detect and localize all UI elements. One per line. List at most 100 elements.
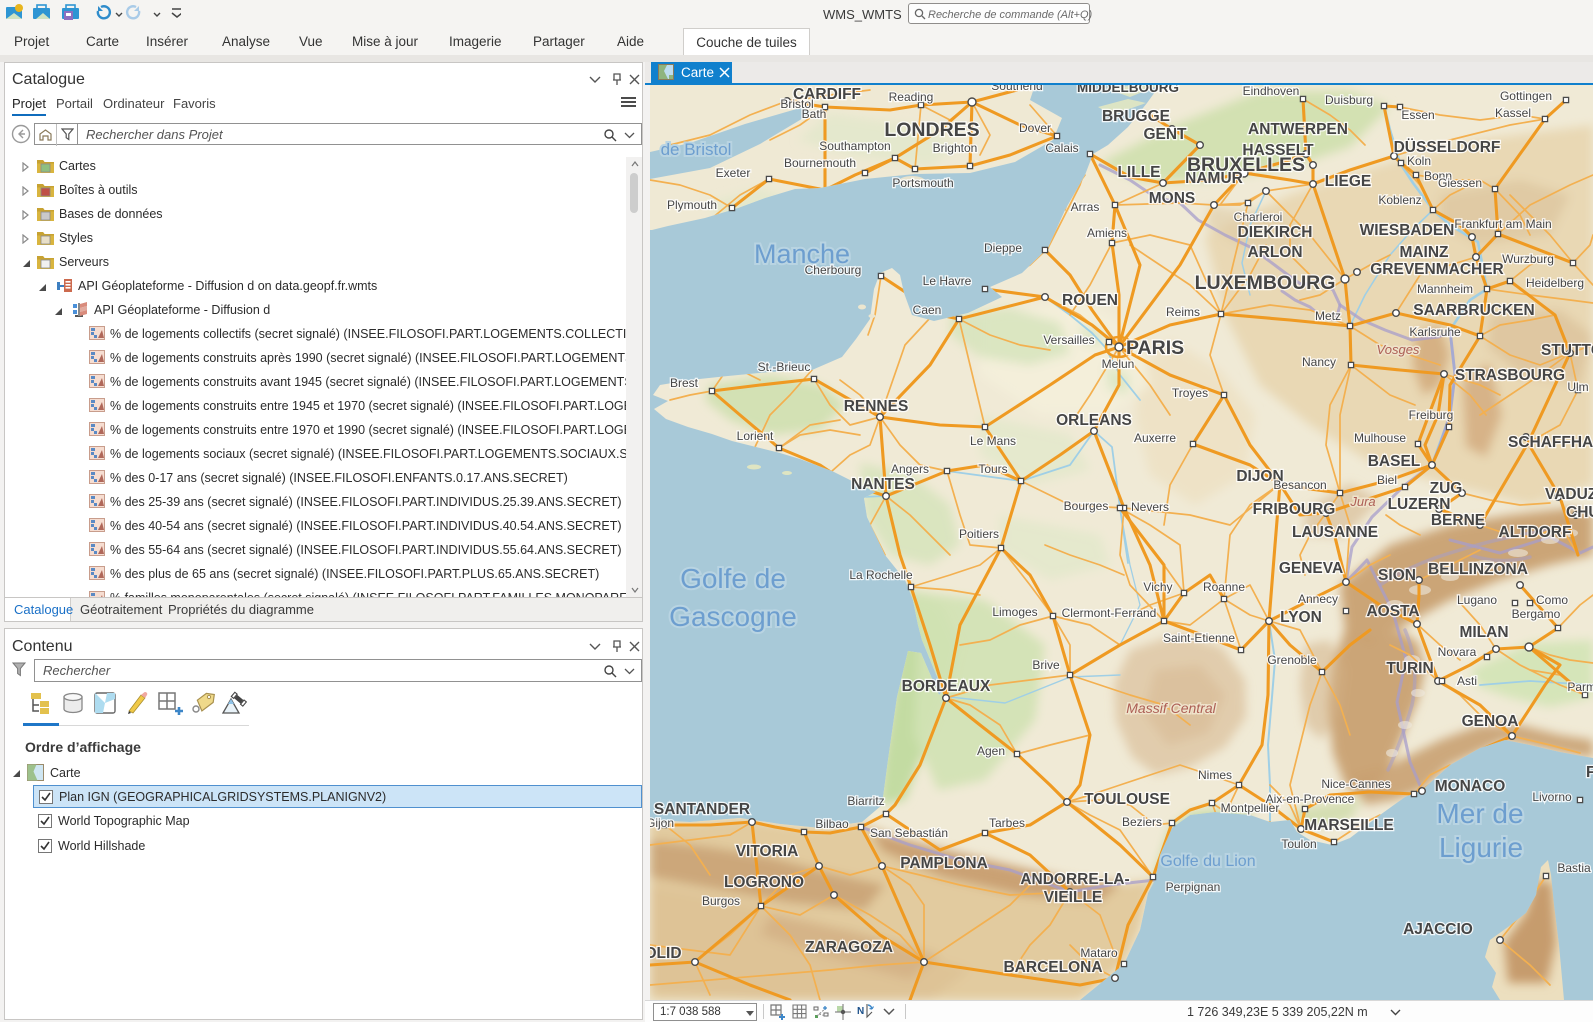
svg-text:Brive: Brive <box>1032 658 1060 672</box>
svg-text:La Rochelle: La Rochelle <box>849 568 913 582</box>
svg-text:Clermont-Ferrand: Clermont-Ferrand <box>1062 606 1157 620</box>
svg-text:Le Havre: Le Havre <box>923 274 972 288</box>
svg-text:WIESBADEN: WIESBADEN <box>1360 222 1455 239</box>
svg-text:LYON: LYON <box>1280 609 1322 626</box>
svg-text:Asti: Asti <box>1457 674 1477 688</box>
svg-text:Bath: Bath <box>802 107 827 121</box>
svg-text:Beziers: Beziers <box>1122 815 1162 829</box>
svg-text:Nevers: Nevers <box>1131 500 1169 514</box>
svg-text:Amiens: Amiens <box>1087 226 1127 240</box>
svg-text:Bastia: Bastia <box>1557 861 1591 875</box>
svg-text:MONS: MONS <box>1149 190 1196 207</box>
svg-text:LUXEMBOURG: LUXEMBOURG <box>1195 272 1336 294</box>
svg-text:Vosges: Vosges <box>1377 342 1420 357</box>
svg-text:ROUEN: ROUEN <box>1062 292 1118 309</box>
svg-text:Nancy: Nancy <box>1302 355 1336 369</box>
svg-text:Burgos: Burgos <box>702 894 740 908</box>
svg-text:Golfe de: Golfe de <box>680 563 786 594</box>
svg-text:Reims: Reims <box>1166 305 1200 319</box>
svg-text:Exeter: Exeter <box>716 166 751 180</box>
svg-text:SCHAFFHAUSEN: SCHAFFHAUSEN <box>1508 434 1593 451</box>
svg-text:ARLON: ARLON <box>1247 244 1302 261</box>
svg-text:Agen: Agen <box>977 744 1005 758</box>
svg-text:Cherbourg: Cherbourg <box>805 263 862 277</box>
svg-text:MILAN: MILAN <box>1459 624 1508 641</box>
svg-text:Gottingen: Gottingen <box>1500 89 1552 103</box>
svg-text:Besancon: Besancon <box>1273 478 1326 492</box>
svg-text:Nimes: Nimes <box>1198 768 1232 782</box>
svg-text:ZUG: ZUG <box>1430 480 1463 497</box>
svg-text:OLID: OLID <box>650 945 682 962</box>
svg-text:Auxerre: Auxerre <box>1134 431 1176 445</box>
svg-text:Parma: Parma <box>1567 680 1593 694</box>
svg-text:LUZERN: LUZERN <box>1388 496 1451 513</box>
svg-text:Caen: Caen <box>913 303 942 317</box>
svg-text:Tours: Tours <box>978 462 1007 476</box>
svg-text:LAUSANNE: LAUSANNE <box>1292 524 1378 541</box>
svg-text:Aix-en-Provence: Aix-en-Provence <box>1266 792 1355 806</box>
svg-text:Koblenz: Koblenz <box>1378 193 1421 207</box>
svg-text:ANTWERPEN: ANTWERPEN <box>1248 121 1348 138</box>
svg-text:Biarritz: Biarritz <box>847 794 884 808</box>
svg-text:MIDDELBOURG: MIDDELBOURG <box>1077 85 1179 95</box>
svg-text:Southend: Southend <box>991 85 1042 93</box>
svg-text:Saint-Etienne: Saint-Etienne <box>1163 631 1235 645</box>
svg-text:Kassel: Kassel <box>1495 106 1531 120</box>
svg-text:MONACO: MONACO <box>1435 778 1506 795</box>
svg-text:Bourges: Bourges <box>1064 499 1109 513</box>
svg-text:Bournemouth: Bournemouth <box>784 156 856 170</box>
svg-text:NANTES: NANTES <box>851 476 915 493</box>
svg-text:St.-Brieuc: St.-Brieuc <box>758 360 811 374</box>
svg-text:GENOA: GENOA <box>1462 713 1519 730</box>
svg-text:Toulon: Toulon <box>1281 837 1316 851</box>
svg-text:Metz: Metz <box>1315 309 1341 323</box>
svg-text:Dieppe: Dieppe <box>984 241 1022 255</box>
svg-text:Ligurie: Ligurie <box>1439 832 1523 863</box>
svg-text:SAARBRUCKEN: SAARBRUCKEN <box>1413 302 1534 319</box>
svg-text:AJACCIO: AJACCIO <box>1403 921 1473 938</box>
svg-text:Mulhouse: Mulhouse <box>1354 431 1406 445</box>
svg-text:Reading: Reading <box>889 90 934 104</box>
svg-text:LONDRES: LONDRES <box>884 119 979 141</box>
svg-text:Calais: Calais <box>1045 141 1078 155</box>
svg-text:ORLEANS: ORLEANS <box>1056 412 1132 429</box>
svg-text:Grenoble: Grenoble <box>1267 653 1317 667</box>
svg-text:MARSEILLE: MARSEILLE <box>1304 817 1394 834</box>
svg-text:MAINZ: MAINZ <box>1399 244 1449 261</box>
svg-text:RENNES: RENNES <box>844 398 909 415</box>
svg-text:LIEGE: LIEGE <box>1325 173 1372 190</box>
svg-text:Le Mans: Le Mans <box>970 434 1016 448</box>
svg-text:DIEKIRCH: DIEKIRCH <box>1238 224 1313 241</box>
svg-text:BORDEAUX: BORDEAUX <box>902 678 991 695</box>
svg-text:CHUR: CHUR <box>1566 504 1593 521</box>
svg-text:Roanne: Roanne <box>1203 580 1245 594</box>
svg-text:Jura: Jura <box>1349 494 1375 509</box>
svg-text:Essen: Essen <box>1401 108 1434 122</box>
svg-text:BERNE: BERNE <box>1431 512 1485 529</box>
svg-text:Limoges: Limoges <box>992 605 1037 619</box>
svg-text:VADUZ: VADUZ <box>1545 486 1593 503</box>
svg-text:TOULOUSE: TOULOUSE <box>1084 791 1170 808</box>
svg-text:BELLINZONA: BELLINZONA <box>1428 561 1528 578</box>
svg-text:Tarbes: Tarbes <box>989 816 1025 830</box>
svg-text:ALTDORF: ALTDORF <box>1499 524 1572 541</box>
svg-text:TURIN: TURIN <box>1386 660 1433 677</box>
svg-text:SION: SION <box>1378 567 1416 584</box>
svg-text:ZARAGOZA: ZARAGOZA <box>805 939 893 956</box>
svg-text:Duisburg: Duisburg <box>1325 93 1373 107</box>
svg-text:GREVENMACHER: GREVENMACHER <box>1370 261 1503 278</box>
svg-text:AOSTA: AOSTA <box>1366 603 1419 620</box>
svg-text:FRIBOURG: FRIBOURG <box>1253 501 1336 518</box>
svg-text:PARIS: PARIS <box>1126 337 1184 359</box>
svg-text:Perpignan: Perpignan <box>1166 880 1221 894</box>
svg-text:Charleroi: Charleroi <box>1234 210 1283 224</box>
svg-text:Frankfurt am Main: Frankfurt am Main <box>1454 217 1551 231</box>
svg-text:Vichy: Vichy <box>1143 580 1172 594</box>
svg-text:Plymouth: Plymouth <box>667 198 717 212</box>
svg-text:HASSELT: HASSELT <box>1242 142 1314 159</box>
svg-text:Giessen: Giessen <box>1438 176 1482 190</box>
svg-text:Eindhoven: Eindhoven <box>1243 85 1300 98</box>
svg-text:Ulm: Ulm <box>1567 380 1588 394</box>
svg-text:Brighton: Brighton <box>933 141 978 155</box>
svg-text:Nice-Cannes: Nice-Cannes <box>1321 777 1390 791</box>
